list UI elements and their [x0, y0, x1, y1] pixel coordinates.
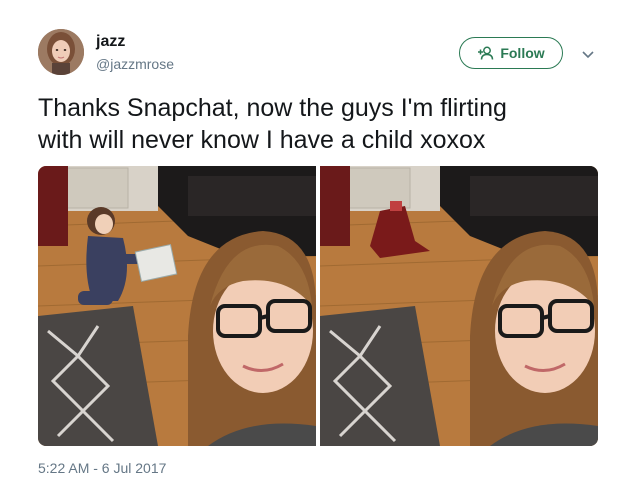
photo-with-child[interactable] — [38, 166, 317, 446]
add-user-icon — [477, 46, 495, 60]
timestamp[interactable]: 5:22 AM - 6 Jul 2017 — [38, 460, 166, 476]
display-name[interactable]: jazz — [96, 33, 125, 51]
avatar[interactable] — [38, 29, 84, 75]
photo-child-removed[interactable] — [319, 166, 598, 446]
follow-label: Follow — [500, 45, 545, 61]
chevron-down-icon[interactable] — [581, 47, 595, 59]
media-grid — [38, 166, 598, 446]
tweet-text: Thanks Snapchat, now the guys I'm flirti… — [38, 94, 507, 154]
follow-button[interactable]: Follow — [459, 37, 563, 69]
user-handle[interactable]: @jazzmrose — [96, 56, 174, 72]
tweet-card: jazz @jazzmrose Follow Thanks Snapchat, … — [0, 0, 636, 486]
